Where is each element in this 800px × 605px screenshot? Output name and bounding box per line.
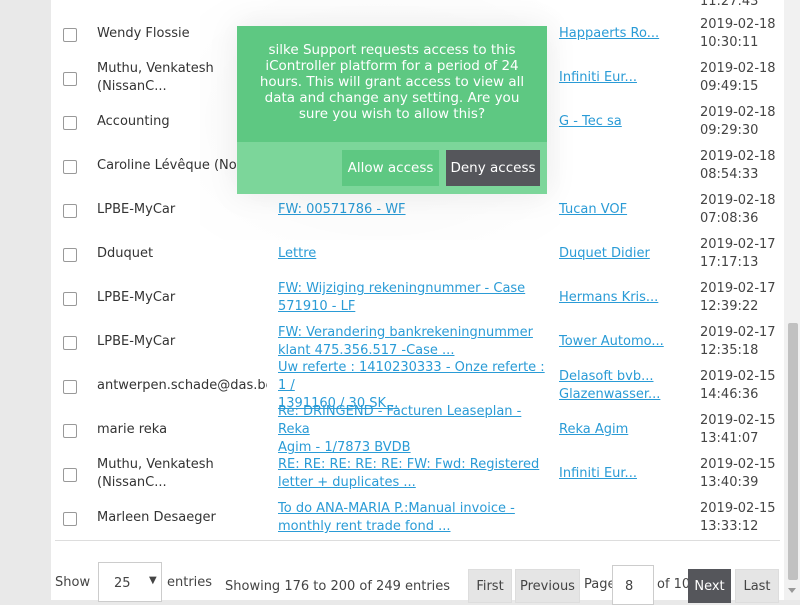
contact-link[interactable]: Duquet Didier [559, 232, 699, 276]
entries-per-page-select[interactable]: 25 ▼ [98, 562, 162, 602]
row-checkbox[interactable] [63, 28, 77, 42]
page-label: Page [584, 577, 616, 592]
sender-name: antwerpen.schade@das.be [97, 378, 267, 393]
row-checkbox[interactable] [63, 160, 77, 174]
date-cell: 2019-02-18 09:29:30 [700, 105, 776, 138]
sender-name: Muthu, Venkatesh (NissanC... [97, 457, 214, 490]
page-number-value: 8 [625, 579, 634, 594]
table-divider [55, 540, 780, 541]
table-info: Showing 176 to 200 of 249 entries [225, 579, 451, 594]
row-checkbox[interactable] [63, 336, 77, 350]
date-cell: 2019-02-18 10:30:11 [700, 17, 776, 50]
contact-link[interactable]: Reka Agim [559, 408, 699, 452]
date-cell: 2019-02-17 12:35:18 [700, 325, 776, 358]
sender-name: Marleen Desaeger [97, 510, 216, 525]
page-count-label: of 10 [657, 577, 691, 592]
date-cell: 2019-02-17 12:39:22 [700, 281, 776, 314]
last-page-button[interactable]: Last [735, 569, 779, 603]
entries-per-page-value: 25 [114, 576, 131, 591]
subject-link[interactable]: FW: Wijziging rekeningnummer - Case 5719… [278, 276, 548, 320]
table-row[interactable]: antwerpen.schade@das.be Uw referte : 1410… [51, 360, 784, 411]
show-label: Show [55, 575, 91, 590]
row-checkbox[interactable] [63, 380, 77, 394]
date-cell: 2019-02-18 07:08:36 [700, 193, 776, 226]
scrollbar-thumb[interactable] [788, 323, 798, 580]
previous-page-button[interactable]: Previous [515, 569, 580, 603]
subject-link[interactable]: Re: DRINGEND - Facturen Leaseplan - Reka… [278, 404, 548, 455]
table-row[interactable]: Marleen Desaeger To do ANA-MARIA P.:Manua… [51, 496, 784, 540]
row-checkbox[interactable] [63, 204, 77, 218]
date-cell: 2019-02-15 13:40:39 [700, 457, 776, 490]
row-checkbox[interactable] [63, 292, 77, 306]
row-checkbox[interactable] [63, 468, 77, 482]
row-checkbox[interactable] [63, 72, 77, 86]
subject-link[interactable]: Uw referte : 1410230333 - Onze referte :… [278, 360, 548, 411]
scroll-down-arrow-icon[interactable] [788, 588, 796, 593]
entries-label: entries [167, 575, 213, 590]
contact-link[interactable]: Tucan VOF [559, 188, 699, 232]
date-cell: 2019-02-15 13:33:12 [700, 501, 776, 534]
deny-access-button[interactable]: Deny access [446, 150, 540, 186]
row-checkbox[interactable] [63, 424, 77, 438]
subject-link[interactable]: To do ANA-MARIA P.:Manual invoice - mont… [278, 496, 548, 540]
caret-down-icon: ▼ [149, 575, 157, 586]
allow-access-button[interactable]: Allow access [342, 150, 439, 186]
row-checkbox[interactable] [63, 116, 77, 130]
contact-link[interactable]: Infiniti Eur... [559, 452, 699, 496]
contact-link[interactable]: Delasoft bvb... Glazenwasser... [559, 364, 699, 408]
partial-date-cell: 11:27:43 [700, 0, 759, 9]
contact-link[interactable]: G - Tec sa [559, 100, 699, 144]
contact-link[interactable] [559, 496, 699, 540]
date-cell: 2019-02-17 17:17:13 [700, 237, 776, 270]
date-cell: 2019-02-15 14:46:36 [700, 369, 776, 402]
contact-link[interactable] [559, 144, 699, 188]
date-cell: 2019-02-18 09:49:15 [700, 61, 776, 94]
contact-link[interactable]: Infiniti Eur... [559, 56, 699, 100]
table-row[interactable]: LPBE-MyCar FW: Wijziging rekeningnummer -… [51, 276, 784, 320]
sender-name: LPBE-MyCar [97, 290, 176, 305]
next-page-button[interactable]: Next [688, 569, 731, 603]
sender-name: LPBE-MyCar [97, 334, 176, 349]
contact-link[interactable]: Hermans Kris... [559, 276, 699, 320]
contact-link[interactable]: Tower Automo... [559, 320, 699, 364]
date-cell: 2019-02-15 13:41:07 [700, 413, 776, 446]
contact-link[interactable]: Happaerts Ro... [559, 12, 699, 56]
row-checkbox[interactable] [63, 512, 77, 526]
table-row[interactable]: Muthu, Venkatesh (NissanC... RE: RE: RE: … [51, 452, 784, 496]
page-number-input[interactable]: 8 [612, 565, 654, 605]
table-row[interactable]: LPBE-MyCar FW: Verandering bankrekeningnu… [51, 320, 784, 364]
sender-name: marie reka [97, 422, 168, 437]
first-page-button[interactable]: First [468, 569, 512, 603]
subject-link[interactable]: FW: Verandering bankrekeningnummer klant… [278, 320, 548, 364]
dialog-message: silke Support requests access to this iC… [259, 42, 525, 122]
table-row[interactable]: marie reka Re: DRINGEND - Facturen Leasep… [51, 404, 784, 455]
row-checkbox[interactable] [63, 248, 77, 262]
date-cell: 2019-02-18 08:54:33 [700, 149, 776, 182]
subject-link[interactable]: RE: RE: RE: RE: RE: FW: Fwd: Registered … [278, 452, 548, 496]
